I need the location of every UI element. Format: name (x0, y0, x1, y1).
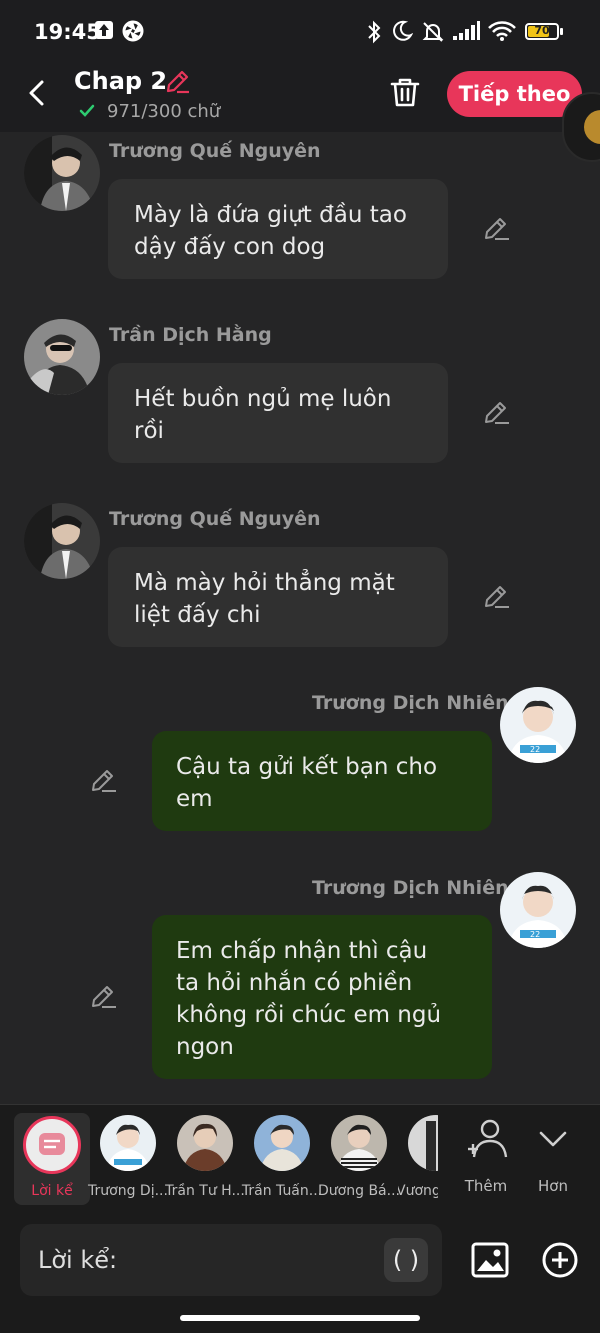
plus-circle-icon (542, 1242, 578, 1278)
pencil-icon (485, 586, 509, 608)
input-label: Lời kể: (38, 1246, 118, 1274)
avatar[interactable] (24, 135, 100, 211)
coin-icon (584, 110, 600, 144)
pencil-icon (92, 986, 116, 1008)
sender-name: Trương Quế Nguyên (109, 140, 321, 162)
avatar (331, 1115, 387, 1171)
bell-off-icon (421, 20, 445, 44)
status-time: 19:45 (34, 20, 101, 44)
delete-button[interactable] (387, 74, 423, 110)
upload-icon (94, 20, 114, 40)
svg-text:22: 22 (530, 745, 540, 754)
character-selector: Lời kể Trương Dị... Trần Tư H... Trần Tu… (0, 1104, 600, 1212)
wifi-icon (487, 20, 517, 42)
narration-option[interactable]: Lời kể (14, 1113, 90, 1205)
sender-name: Trần Dịch Hằng (109, 324, 272, 346)
message-line: Mày là đứa giựt đầu tao (134, 202, 407, 228)
more-button[interactable]: Hơn (525, 1115, 581, 1205)
image-icon (471, 1242, 509, 1278)
floating-reward-button[interactable] (562, 92, 600, 162)
message-line: Cậu ta gửi kết bạn cho (176, 754, 438, 780)
battery-icon: 70 (525, 23, 559, 40)
avatar (408, 1115, 438, 1171)
character-option[interactable]: Trương Dị... (88, 1113, 168, 1203)
avatar[interactable] (24, 503, 100, 579)
chevron-left-icon (29, 80, 44, 106)
message-line: ngon (176, 1034, 234, 1060)
message-line: Mà mày hỏi thẳng mặt (134, 570, 395, 596)
message-bubble[interactable]: Em chấp nhận thì cậu ta hỏi nhắn có phiề… (152, 915, 492, 1079)
battery-level: 70 (534, 24, 550, 37)
edit-message-button[interactable] (482, 398, 512, 428)
svg-text:22: 22 (530, 930, 540, 939)
avatar[interactable] (24, 319, 100, 395)
aperture-icon (122, 20, 144, 42)
edit-message-button[interactable] (89, 982, 119, 1012)
character-name: Vương (398, 1183, 438, 1199)
message-line: liệt đấy chi (134, 602, 261, 628)
moon-icon (391, 20, 413, 42)
narration-label: Lời kể (31, 1183, 73, 1199)
back-button[interactable] (20, 76, 54, 110)
message-line: em (176, 786, 213, 812)
character-name: Dương Bá... (318, 1183, 400, 1199)
bluetooth-icon (364, 20, 384, 44)
sender-name: Trương Dịch Nhiên (312, 877, 509, 899)
character-name: Trương Dị... (88, 1183, 168, 1199)
chapter-title: Chap 2 (74, 67, 168, 95)
message-line: không rồi chúc em ngủ (176, 1002, 442, 1028)
add-person-icon (468, 1119, 508, 1158)
character-option[interactable]: Vương (398, 1113, 438, 1203)
avatar[interactable]: 22 (500, 687, 576, 763)
sender-name: Trương Quế Nguyên (109, 508, 321, 530)
character-name: Trần Tư H... (165, 1183, 245, 1199)
message-bubble[interactable]: Hết buồn ngủ mẹ luôn rồi (108, 363, 448, 463)
avatar (177, 1115, 233, 1171)
composer: Lời kể: ( ) (0, 1212, 600, 1308)
edit-message-button[interactable] (89, 766, 119, 796)
message-bubble[interactable]: Cậu ta gửi kết bạn cho em (152, 731, 492, 831)
message-line: Em chấp nhận thì cậu (176, 938, 428, 964)
parenthesis-button[interactable]: ( ) (384, 1238, 428, 1282)
edit-message-button[interactable] (482, 582, 512, 612)
message-line: ta hỏi nhắn có phiền (176, 970, 413, 996)
chapter-header: Chap 2 971/300 chữ Tiếp theo (0, 64, 600, 132)
add-button[interactable] (540, 1240, 580, 1280)
add-character-label: Thêm (464, 1177, 508, 1195)
navigation-bar (0, 1308, 600, 1333)
edit-title-button[interactable] (163, 68, 191, 96)
add-character-button[interactable]: Thêm (458, 1115, 514, 1205)
message-input[interactable]: Lời kể: ( ) (20, 1224, 442, 1296)
avatar[interactable]: 22 (500, 872, 576, 948)
sender-name: Trương Dịch Nhiên (312, 692, 509, 714)
edit-message-button[interactable] (482, 214, 512, 244)
more-label: Hơn (538, 1177, 568, 1195)
message-line: Hết buồn ngủ mẹ luôn (134, 386, 392, 412)
character-option[interactable]: Trần Tư H... (165, 1113, 245, 1203)
chevron-down-icon (539, 1131, 567, 1147)
pencil-icon (485, 218, 509, 240)
insert-image-button[interactable] (470, 1240, 510, 1280)
narration-icon (23, 1116, 81, 1174)
character-name: Trần Tuấn... (241, 1183, 323, 1199)
status-bar: 19:45 70 (0, 0, 600, 64)
trash-icon (390, 78, 420, 107)
home-indicator[interactable] (180, 1315, 420, 1321)
word-count: 971/300 chữ (107, 101, 221, 122)
signal-icon (451, 20, 481, 42)
pencil-icon (92, 770, 116, 792)
avatar (254, 1115, 310, 1171)
message-bubble[interactable]: Mà mày hỏi thẳng mặt liệt đấy chi (108, 547, 448, 647)
pencil-icon (485, 402, 509, 424)
avatar (100, 1115, 156, 1171)
next-button[interactable]: Tiếp theo (447, 71, 582, 117)
pencil-icon (166, 70, 189, 94)
message-line: rồi (134, 418, 164, 444)
message-line: dậy đấy con dog (134, 234, 326, 260)
message-bubble[interactable]: Mày là đứa giựt đầu tao dậy đấy con dog (108, 179, 448, 279)
character-option[interactable]: Trần Tuấn... (242, 1113, 322, 1203)
check-icon (78, 102, 96, 120)
character-option[interactable]: Dương Bá... (318, 1113, 400, 1203)
